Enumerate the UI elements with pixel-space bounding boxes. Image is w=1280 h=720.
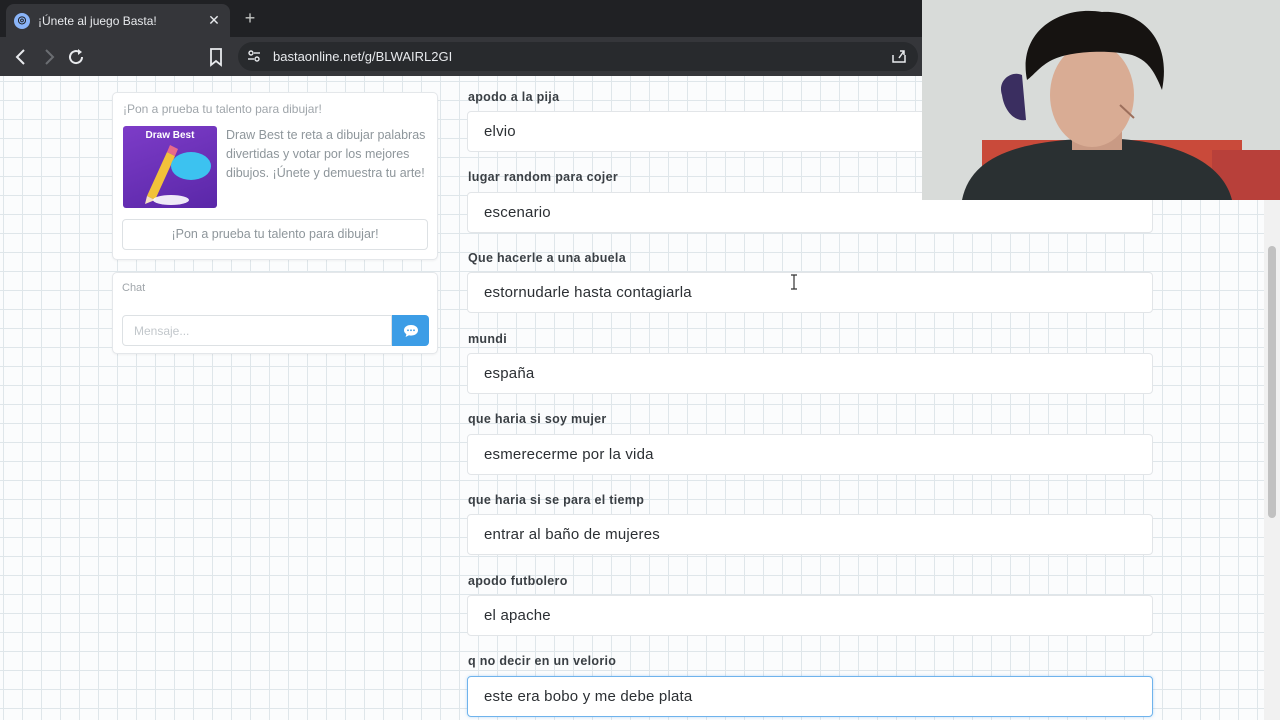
address-bar[interactable]: bastaonline.net/g/BLWAIRL2GI (238, 42, 918, 71)
webcam-overlay (922, 0, 1280, 200)
text-cursor-icon (791, 274, 797, 290)
site-settings-icon (248, 50, 260, 62)
site-favicon-icon: ◎ (14, 12, 30, 29)
chat-bubble-icon (403, 324, 418, 337)
chat-message-input[interactable] (122, 315, 392, 346)
promo-description: Draw Best te reta a dibujar palabras div… (226, 128, 426, 180)
answer-input[interactable] (467, 595, 1153, 636)
forward-button[interactable] (37, 45, 61, 69)
field-label: apodo futbolero (468, 574, 568, 588)
close-tab-icon[interactable]: ✕ (206, 12, 222, 29)
draw-best-promo-card: ¡Pon a prueba tu talento para dibujar! D… (112, 92, 438, 260)
field-label: apodo a la pija (468, 90, 560, 104)
chat-send-button[interactable] (392, 315, 429, 346)
pencil-icon (145, 145, 211, 205)
bookmark-button[interactable] (204, 45, 228, 69)
try-drawing-button[interactable]: ¡Pon a prueba tu talento para dibujar! (122, 219, 428, 250)
field-label: q no decir en un velorio (468, 654, 617, 668)
answer-input[interactable] (467, 434, 1153, 475)
chat-title: Chat (122, 282, 146, 294)
answer-input-focused[interactable] (467, 676, 1153, 717)
draw-best-image[interactable]: Draw Best (123, 126, 217, 208)
answer-input[interactable] (467, 272, 1153, 313)
field-label: que haria si se para el tiemp (468, 493, 645, 507)
promo-heading: ¡Pon a prueba tu talento para dibujar! (123, 102, 322, 116)
answer-input[interactable] (467, 514, 1153, 555)
chat-card: Chat (112, 272, 438, 354)
url-text: bastaonline.net/g/BLWAIRL2GI (273, 49, 453, 64)
chevron-right-icon (45, 49, 55, 65)
browser-tab[interactable]: ◎ ¡Únete al juego Basta! ✕ (6, 4, 230, 37)
reload-button[interactable] (64, 45, 88, 69)
bookmark-icon (210, 48, 222, 67)
share-icon (892, 50, 906, 63)
reload-icon (69, 49, 84, 65)
field-label: lugar random para cojer (468, 170, 618, 184)
chevron-left-icon (15, 49, 25, 65)
new-tab-button[interactable]: + (240, 8, 260, 28)
webcam-person-image (922, 0, 1280, 200)
answer-input[interactable] (467, 353, 1153, 394)
field-label: que haria si soy mujer (468, 412, 607, 426)
scrollbar-thumb[interactable] (1268, 246, 1276, 518)
tab-title: ¡Únete al juego Basta! (38, 13, 157, 28)
field-label: mundi (468, 332, 507, 346)
back-button[interactable] (9, 45, 33, 69)
field-label: Que hacerle a una abuela (468, 251, 626, 265)
